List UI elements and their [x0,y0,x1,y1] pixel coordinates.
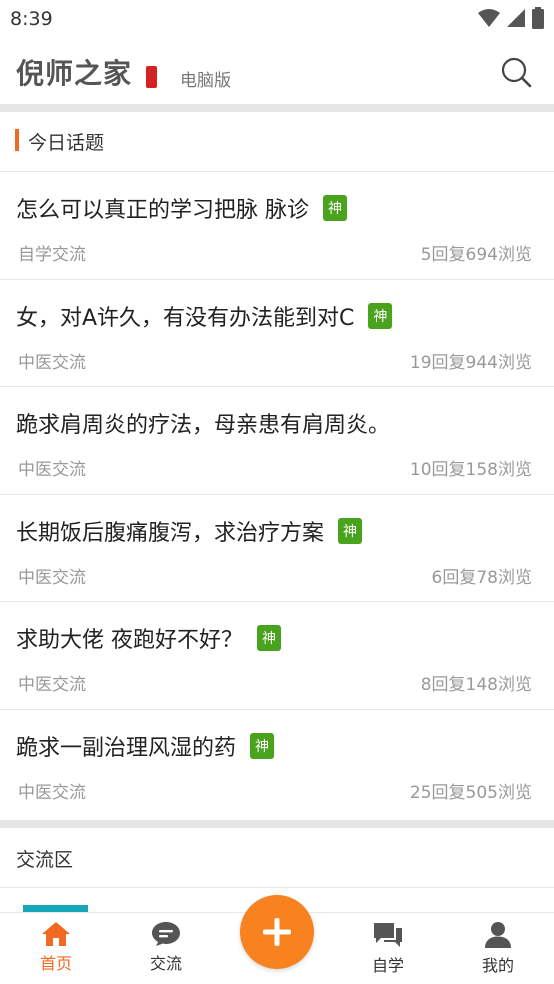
topic-row[interactable]: 怎么可以真正的学习把脉 脉诊 神 自学交流 5回复694浏览 [0,172,554,280]
home-icon [42,922,70,946]
topic-list: 怎么可以真正的学习把脉 脉诊 神 自学交流 5回复694浏览 女，对A许久，有没… [0,172,554,818]
topic-row[interactable]: 求助大佬 夜跑好不好？ 神 中医交流 8回复148浏览 [0,602,554,710]
god-badge: 神 [368,302,393,329]
topic-title: 跪求一副治理风湿的药 [16,735,237,761]
topic-title: 怎么可以真正的学习把脉 脉诊 [16,198,309,223]
nav-exchange-label: 交流 [149,954,182,973]
topic-category: 中医交流 [18,782,86,803]
topic-category: 中医交流 [18,675,86,696]
section-divider [0,820,554,828]
status-time: 8:39 [10,8,53,30]
wifi-icon [478,9,500,27]
nav-self-study-label: 自学 [371,956,404,975]
topic-stats: 19回复944浏览 [409,352,532,373]
nav-mine-label: 我的 [481,956,514,975]
god-badge: 神 [250,732,275,759]
section-accent-bar [15,129,19,151]
topic-category: 中医交流 [18,352,86,373]
topic-stats: 8回复148浏览 [420,675,532,696]
header-divider [0,104,554,112]
section-title: 交流区 [16,849,74,871]
topic-row[interactable]: 长期饭后腹痛腹泻，求治疗方案 神 中医交流 6回复78浏览 [0,495,554,603]
search-icon[interactable] [500,56,532,88]
topic-category: 自学交流 [18,245,86,265]
section-title: 今日话题 [28,132,105,154]
plus-icon [263,918,291,946]
topic-row[interactable]: 跪求一副治理风湿的药 神 中医交流 25回复505浏览 [0,710,554,818]
topic-stats: 25回复505浏览 [409,782,532,803]
app-header: 倪师之家 电脑版 [0,38,554,106]
topic-stats: 6回复78浏览 [431,567,532,588]
topic-title: 跪求肩周炎的疗法，母亲患有肩周炎。 [16,413,391,439]
status-icons [478,7,544,29]
logo-seal-icon [146,66,157,88]
topic-title: 女，对A许久，有没有办法能到对C [16,305,355,331]
battery-icon [532,7,544,29]
pc-version-link[interactable]: 电脑版 [180,66,231,91]
god-badge: 神 [257,625,281,652]
topic-category: 中医交流 [18,567,86,588]
conversation-icon [374,923,402,947]
exchange-section-header: 交流区 [0,828,554,888]
topic-row[interactable]: 女，对A许久，有没有办法能到对C 神 中医交流 19回复944浏览 [0,280,554,388]
topic-stats: 10回复158浏览 [409,460,532,481]
nav-home[interactable]: 首页 [16,921,96,981]
create-post-button[interactable] [240,895,314,969]
topic-stats: 5回复694浏览 [420,245,532,265]
chat-bubble-icon [152,922,180,946]
nav-exchange[interactable]: 交流 [126,921,206,981]
nav-mine[interactable]: 我的 [458,921,538,981]
signal-icon [507,9,525,27]
god-badge: 神 [338,517,363,544]
user-icon [485,922,511,948]
status-bar: 8:39 [0,0,554,38]
nav-self-study[interactable]: 自学 [348,921,428,981]
topic-title: 长期饭后腹痛腹泻，求治疗方案 [16,520,325,546]
app-logo[interactable]: 倪师之家 [16,52,132,92]
nav-home-label: 首页 [39,954,72,973]
today-section-header: 今日话题 [0,112,554,172]
topic-row[interactable]: 跪求肩周炎的疗法，母亲患有肩周炎。 中医交流 10回复158浏览 [0,387,554,495]
god-badge: 神 [323,195,347,221]
topic-category: 中医交流 [18,460,86,481]
topic-title: 求助大佬 夜跑好不好？ [16,628,243,654]
